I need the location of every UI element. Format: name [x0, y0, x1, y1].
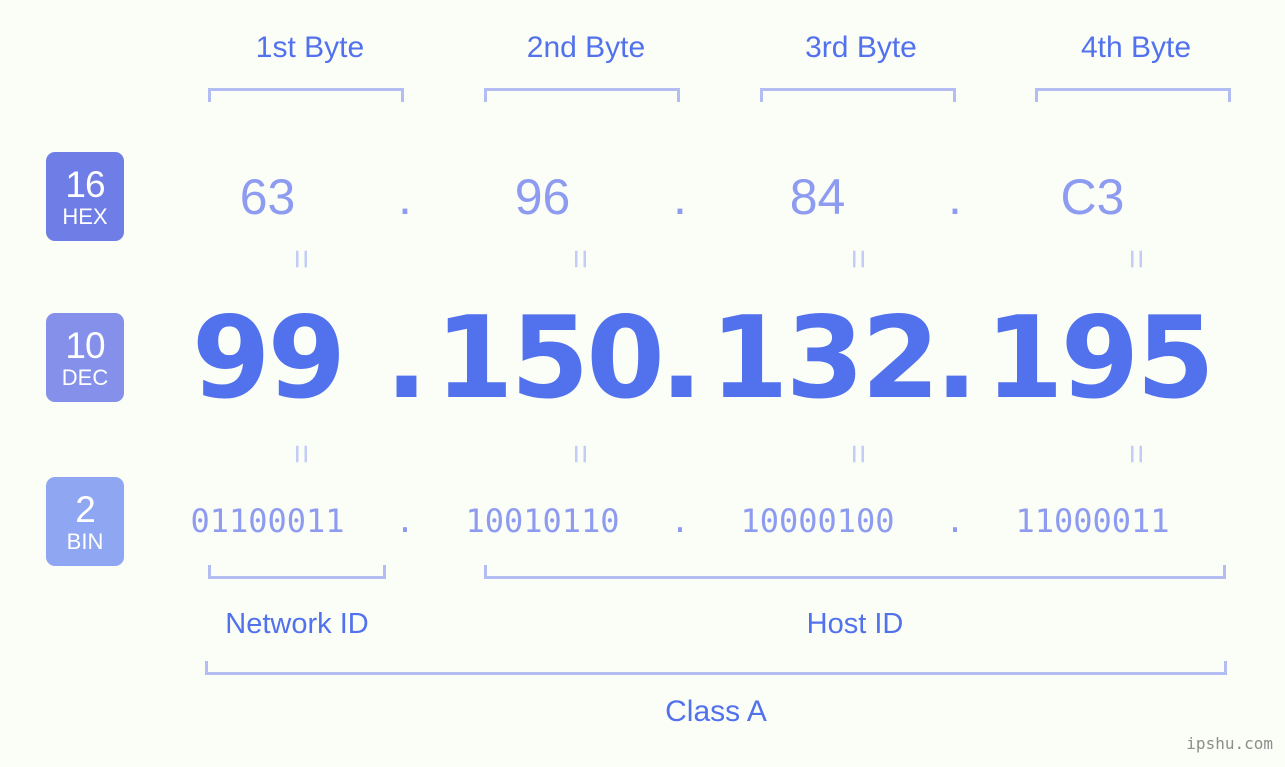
hex-octet-3: 84: [789, 169, 846, 225]
hex-octet-2: 96: [514, 169, 571, 225]
dec-value-row: 99 . 150 . 132 . 195: [160, 292, 1280, 424]
host-id-label: Host ID: [806, 608, 904, 640]
base-badge-hex-number: 16: [65, 163, 105, 205]
byte-header-label-3: 3rd Byte: [805, 31, 917, 64]
equals-marker-dec-bin-2: =: [561, 444, 599, 464]
dec-separator-1: .: [385, 291, 428, 424]
equals-marker-hex-dec-3: =: [839, 249, 877, 269]
equals-marker-dec-bin-3: =: [839, 444, 877, 464]
dec-separator-2: .: [660, 291, 703, 424]
base-badge-dec-name: DEC: [61, 364, 109, 390]
base-badge-bin-name: BIN: [66, 528, 104, 554]
equals-marker-hex-dec-1: =: [282, 249, 320, 269]
dec-separator-3: .: [935, 291, 978, 424]
dec-octet-4: 195: [985, 291, 1215, 424]
base-badge-hex: 16 HEX: [46, 152, 124, 241]
bin-octet-1: 01100011: [190, 502, 345, 540]
byte-bracket-1: [208, 88, 404, 102]
base-badge-hex-name: HEX: [62, 203, 108, 229]
class-bracket: [205, 661, 1227, 675]
class-label: Class A: [665, 695, 767, 728]
site-watermark: ipshu.com: [1186, 734, 1273, 753]
bin-octet-2: 10010110: [465, 502, 620, 540]
byte-header-label-2: 2nd Byte: [526, 31, 646, 64]
base-badge-bin: 2 BIN: [46, 477, 124, 566]
host-id-bracket: [484, 565, 1226, 579]
dec-octet-1: 99: [191, 291, 346, 424]
hex-value-row: 63 . 96 . 84 . C3: [160, 158, 1280, 236]
bin-separator-2: .: [670, 502, 690, 540]
base-badge-dec: 10 DEC: [46, 313, 124, 402]
network-id-label: Network ID: [225, 608, 369, 640]
hex-separator-3: .: [948, 169, 962, 225]
equals-marker-dec-bin-4: =: [1117, 444, 1155, 464]
base-badge-bin-number: 2: [75, 488, 96, 530]
ip-breakdown-diagram: 1st Byte 2nd Byte 3rd Byte 4th Byte 16 H…: [0, 0, 1285, 767]
byte-bracket-3: [760, 88, 956, 102]
hex-octet-1: 63: [239, 169, 296, 225]
hex-octet-4: C3: [1060, 169, 1125, 225]
hex-separator-1: .: [398, 169, 412, 225]
dec-octet-3: 132: [710, 291, 940, 424]
equals-marker-hex-dec-4: =: [1117, 249, 1155, 269]
bin-octet-4: 11000011: [1015, 502, 1170, 540]
bin-octet-3: 10000100: [740, 502, 895, 540]
equals-marker-hex-dec-2: =: [561, 249, 599, 269]
network-id-bracket: [208, 565, 386, 579]
byte-bracket-2: [484, 88, 680, 102]
byte-header-label-1: 1st Byte: [255, 31, 365, 64]
hex-separator-2: .: [673, 169, 687, 225]
bin-separator-3: .: [945, 502, 965, 540]
bin-separator-1: .: [395, 502, 415, 540]
byte-bracket-4: [1035, 88, 1231, 102]
byte-header-label-4: 4th Byte: [1080, 31, 1192, 64]
base-badge-dec-number: 10: [65, 324, 105, 366]
equals-marker-dec-bin-1: =: [282, 444, 320, 464]
dec-octet-2: 150: [435, 291, 665, 424]
bin-value-row: 01100011 . 10010110 . 10000100 . 1100001…: [160, 498, 1280, 544]
